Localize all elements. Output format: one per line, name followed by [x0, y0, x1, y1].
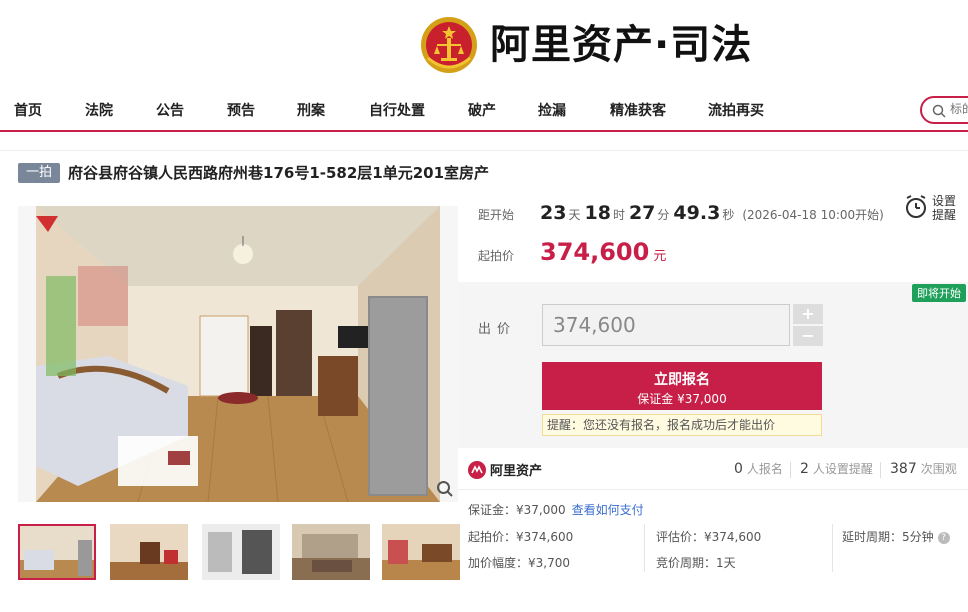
photo-thumbnail[interactable]: [292, 524, 370, 580]
countdown-minutes-unit: 分: [657, 208, 670, 222]
thumbnail-image: [20, 526, 94, 578]
view-count: 387 次围观: [890, 460, 957, 477]
set-reminder-button[interactable]: 设置提醒: [904, 194, 958, 222]
signup-button[interactable]: 立即报名 保证金 ¥37,000: [542, 362, 822, 410]
ali-asset-logo-icon: [468, 460, 486, 479]
thumbnail-image: [292, 524, 370, 580]
auction-round-badge: 一拍: [18, 162, 61, 183]
court-emblem-icon: [421, 17, 477, 73]
nav-announcement[interactable]: 公告: [156, 100, 184, 120]
signup-deposit-label: 保证金 ¥37,000: [637, 392, 727, 406]
brand-name: 阿里资产: [490, 464, 543, 479]
appraisal-price: 评估价：¥374,600: [656, 530, 762, 544]
divider: [880, 462, 881, 478]
main-nav: 首页 法院 公告 预告 刑案 自行处置 破产 捡漏 精准获客 流拍再买: [0, 90, 968, 132]
thumbnail-image: [202, 524, 280, 580]
set-reminder-label: 设置提醒: [932, 194, 957, 222]
logo-text: 阿里资产·司法: [490, 22, 753, 68]
nav-court[interactable]: 法院: [85, 100, 113, 120]
main-property-photo[interactable]: [18, 206, 458, 502]
nav-re-auction[interactable]: 流拍再买: [708, 100, 764, 120]
start-price-unit: 元: [653, 249, 667, 264]
countdown-label: 距开始: [478, 208, 515, 222]
start-price-row: 起拍价 374,600 元: [478, 238, 666, 266]
start-price-label: 起拍价: [478, 249, 515, 263]
bid-amount-input[interactable]: [542, 304, 790, 346]
search-box[interactable]: [920, 96, 968, 124]
start-price-detail: 起拍价：¥374,600: [468, 530, 574, 544]
nav-preview[interactable]: 预告: [227, 100, 255, 120]
reminder-count-label: 人设置提醒: [812, 462, 873, 476]
bid-label: 出价: [478, 322, 517, 337]
listing-title: 府谷县府谷镇人民西路府州巷176号1-582层1单元201室房产: [68, 164, 490, 182]
countdown-hours-unit: 时: [612, 208, 625, 222]
decrease-bid-button[interactable]: −: [793, 326, 823, 346]
bidding-cycle: 竞价周期：1天: [656, 556, 736, 570]
nav-customer-acquisition[interactable]: 精准获客: [610, 100, 666, 120]
bid-panel: 即将开始 出价 + − 立即报名 保证金 ¥37,000 提醒：您还没有报名，报…: [458, 282, 968, 448]
view-count-label: 次围观: [920, 462, 957, 476]
divider: [832, 524, 833, 572]
countdown-hours: 18: [584, 202, 611, 224]
deposit-text: 保证金：¥37,000: [468, 503, 566, 517]
search-icon: [932, 104, 946, 118]
reminder-count: 2 人设置提醒: [800, 460, 873, 477]
auction-info-panel: 距开始 23 天 18 时 27 分 49.3 秒 (2026-04-18 10…: [458, 192, 968, 282]
start-time-note: (2026-04-18 10:00开始): [742, 208, 884, 222]
thumbnail-image: [382, 524, 460, 580]
room-photo-illustration: [36, 206, 440, 502]
stats-bar: 阿里资产 0 人报名 2 人设置提醒 387 次围观: [458, 448, 968, 490]
delay-period: 延时周期：5分钟?: [842, 528, 950, 545]
countdown-seconds-unit: 秒: [722, 208, 735, 222]
brand-logo: 阿里资产: [468, 460, 542, 479]
view-count-value: 387: [890, 461, 917, 477]
photo-thumbnail[interactable]: [110, 524, 188, 580]
reminder-count-value: 2: [800, 461, 809, 477]
nav-bargain[interactable]: 捡漏: [538, 100, 566, 120]
countdown-days-unit: 天: [568, 208, 581, 222]
photo-thumbnail[interactable]: [382, 524, 460, 580]
increase-bid-button[interactable]: +: [793, 304, 823, 324]
countdown: 距开始 23 天 18 时 27 分 49.3 秒 (2026-04-18 10…: [478, 202, 884, 224]
divider: [644, 524, 645, 572]
signup-notice: 提醒：您还没有报名，报名成功后才能出价: [542, 414, 822, 436]
site-logo[interactable]: 阿里资产·司法: [420, 14, 752, 76]
nav-criminal[interactable]: 刑案: [297, 100, 325, 120]
nav-home[interactable]: 首页: [14, 100, 42, 120]
start-price-value: 374,600: [540, 238, 650, 266]
signup-count: 0 人报名: [734, 460, 783, 477]
photo-thumbnail[interactable]: [18, 524, 96, 580]
photo-thumbnail[interactable]: [202, 524, 280, 580]
countdown-days: 23: [540, 202, 567, 224]
countdown-minutes: 27: [628, 202, 656, 224]
listing-title-row: 一拍 府谷县府谷镇人民西路府州巷176号1-582层1单元201室房产: [18, 162, 489, 183]
signup-count-label: 人报名: [746, 462, 783, 476]
signup-button-label: 立即报名: [654, 372, 710, 388]
zoom-icon[interactable]: [436, 480, 454, 498]
nav-bankruptcy[interactable]: 破产: [468, 100, 496, 120]
delay-period-text: 延时周期：5分钟: [842, 530, 934, 544]
deposit-info: 保证金：¥37,000 查看如何支付: [468, 501, 644, 518]
divider: [0, 150, 968, 151]
search-input[interactable]: [950, 102, 968, 116]
signup-count-value: 0: [734, 461, 743, 477]
how-to-pay-link[interactable]: 查看如何支付: [572, 503, 644, 517]
help-icon[interactable]: ?: [937, 531, 950, 544]
divider: [790, 462, 791, 478]
countdown-seconds: 49.3: [673, 202, 721, 224]
status-badge: 即将开始: [912, 284, 966, 302]
nav-self-disposal[interactable]: 自行处置: [369, 100, 425, 120]
increment-detail: 加价幅度：¥3,700: [468, 556, 570, 570]
alarm-clock-icon: [906, 195, 926, 218]
thumbnail-image: [110, 524, 188, 580]
